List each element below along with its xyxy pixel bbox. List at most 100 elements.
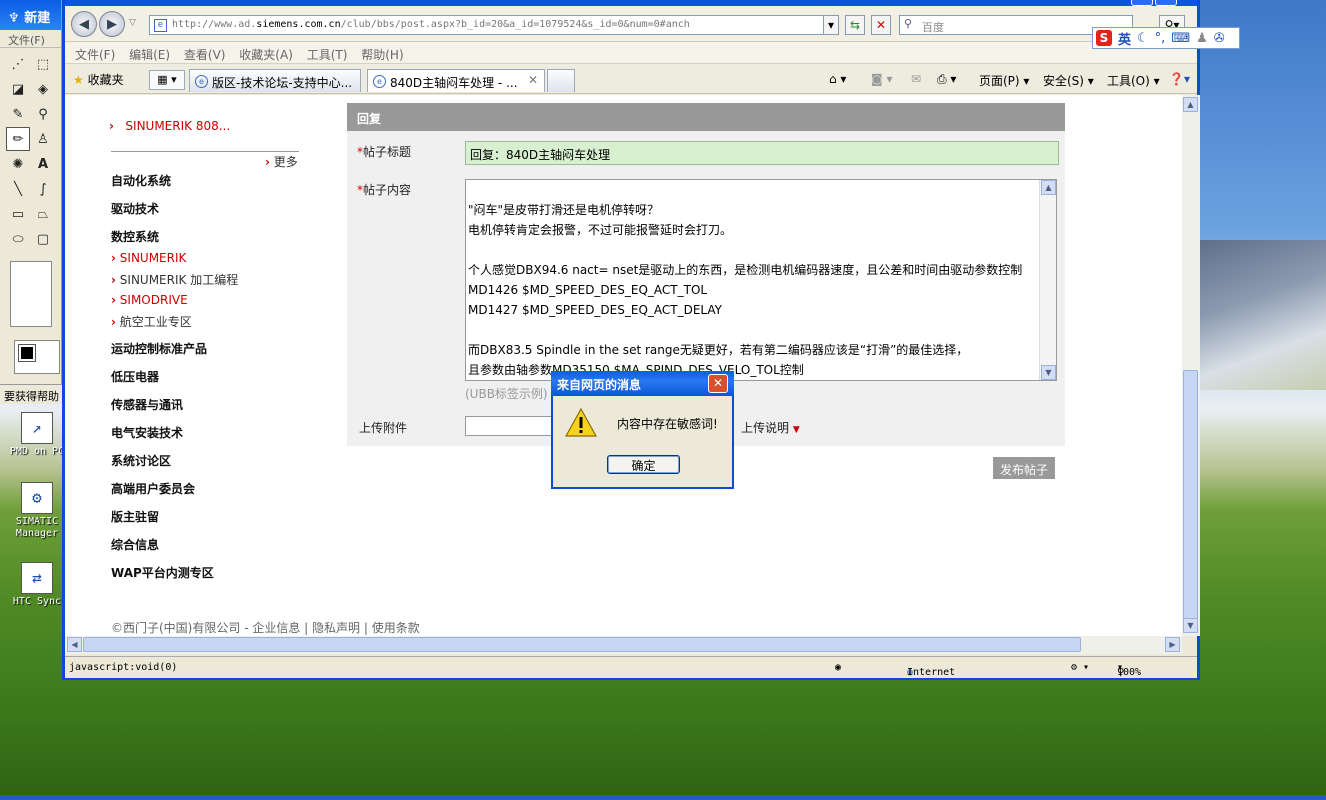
footer-link-terms[interactable]: 使用条款 bbox=[372, 621, 420, 635]
sidebar-cat-general[interactable]: 综合信息 bbox=[111, 536, 159, 553]
tab-post-reply[interactable]: e 840D主轴闷车处理 - ... ✕ bbox=[367, 69, 545, 92]
wrench-icon[interactable]: ✇ bbox=[1214, 31, 1225, 46]
menu-tools[interactable]: 工具(T) bbox=[307, 46, 348, 63]
punctuation-icon[interactable]: °, bbox=[1155, 31, 1166, 46]
mail-button[interactable]: ✉ bbox=[911, 72, 921, 86]
keyboard-icon[interactable]: ⌨ bbox=[1171, 31, 1190, 46]
scroll-up-icon[interactable]: ▲ bbox=[1183, 97, 1198, 112]
ime-toolbar[interactable]: S 英 ☾ °, ⌨ ♟ ✇ bbox=[1092, 27, 1240, 49]
sidebar-cat-drives[interactable]: 驱动技术 bbox=[111, 200, 159, 217]
dialog-close-button[interactable]: ✕ bbox=[708, 374, 728, 393]
scroll-down-icon[interactable]: ▼ bbox=[1041, 365, 1056, 380]
sidebar-cat-electrical[interactable]: 电气安装技术 bbox=[111, 424, 183, 441]
menu-view[interactable]: 查看(V) bbox=[184, 46, 226, 63]
fill-icon[interactable]: ◈ bbox=[31, 77, 55, 101]
desktop-icon-simatic[interactable]: ⚙ SIMATIC Manager bbox=[8, 482, 66, 540]
text-tool-icon[interactable]: A bbox=[31, 152, 55, 176]
rect-select-icon[interactable]: ⬚ bbox=[31, 52, 55, 76]
sidebar-item-sinumerik-programming[interactable]: › SINUMERIK 加工编程 bbox=[111, 271, 238, 288]
scroll-down-icon[interactable]: ▼ bbox=[1183, 618, 1198, 633]
upload-file-input[interactable] bbox=[465, 416, 561, 436]
page-menu[interactable]: 页面(P) ▾ bbox=[979, 72, 1029, 89]
quick-tabs-button[interactable]: ▦ ▾ bbox=[149, 70, 185, 90]
ellipse-icon[interactable]: ⬭ bbox=[6, 227, 30, 251]
sidebar-cat-cnc[interactable]: 数控系统 bbox=[111, 228, 159, 245]
page-vertical-scrollbar[interactable]: ▲ ▼ bbox=[1182, 95, 1200, 636]
menu-edit[interactable]: 编辑(E) bbox=[129, 46, 170, 63]
sidebar-item-sinumerik[interactable]: › SINUMERIK bbox=[111, 251, 186, 265]
home-button[interactable]: ⌂ ▾ bbox=[829, 72, 846, 86]
color-picker-icon[interactable]: ✎ bbox=[6, 102, 30, 126]
pencil-icon[interactable]: ✏ bbox=[6, 127, 30, 151]
menu-file[interactable]: 文件(F) bbox=[75, 46, 115, 63]
footer-link-company[interactable]: 企业信息 bbox=[252, 621, 300, 635]
tools-menu[interactable]: 工具(O) ▾ bbox=[1107, 72, 1160, 89]
sidebar-cat-motion[interactable]: 运动控制标准产品 bbox=[111, 340, 207, 357]
free-select-icon[interactable]: ⋰ bbox=[6, 52, 30, 76]
sidebar-item-simodrive[interactable]: › SIMODRIVE bbox=[111, 293, 188, 307]
safety-menu[interactable]: 安全(S) ▾ bbox=[1043, 72, 1094, 89]
page-horizontal-scrollbar[interactable]: ◀ ▶ bbox=[65, 636, 1182, 654]
protected-mode-icon[interactable]: ⚙ ▾ bbox=[1071, 662, 1089, 673]
scroll-up-icon[interactable]: ▲ bbox=[1041, 180, 1056, 195]
textarea-scrollbar[interactable]: ▲ ▼ bbox=[1039, 180, 1056, 380]
polygon-icon[interactable]: ⏢ bbox=[31, 202, 55, 226]
scroll-left-icon[interactable]: ◀ bbox=[67, 637, 82, 652]
horizontal-scroll-thumb[interactable] bbox=[83, 637, 1081, 652]
post-title-input[interactable]: 回复：840D主轴闷车处理 bbox=[465, 141, 1059, 165]
sidebar-cat-moderators[interactable]: 版主驻留 bbox=[111, 508, 159, 525]
brush-icon[interactable]: ♙ bbox=[31, 127, 55, 151]
scroll-right-icon[interactable]: ▶ bbox=[1165, 637, 1180, 652]
zoom-level[interactable]: ⚲ 100% ▾ bbox=[1117, 662, 1141, 678]
paint-menu-file[interactable]: 文件(F) bbox=[0, 30, 61, 48]
forward-button[interactable]: ▶ bbox=[99, 11, 125, 37]
favorites-button[interactable]: ★ 收藏夹 bbox=[73, 71, 124, 88]
upload-note-link[interactable]: 上传说明 ▼ bbox=[741, 419, 800, 436]
address-input[interactable]: e http://www.ad.siemens.com.cn/club/bbs/… bbox=[149, 15, 839, 35]
publish-post-button[interactable]: 发布帖子 bbox=[993, 457, 1055, 479]
sidebar-cat-automation[interactable]: 自动化系统 bbox=[111, 172, 171, 189]
airbrush-icon[interactable]: ✺ bbox=[6, 152, 30, 176]
stop-button[interactable]: ✕ bbox=[871, 15, 891, 35]
post-content-textarea[interactable]: "闷车"是皮带打滑还是电机停转呀？ 电机停转肯定会报警，不过可能报警延时会打刀。… bbox=[465, 179, 1057, 381]
refresh-button[interactable]: ⇆ bbox=[845, 15, 865, 35]
help-button[interactable]: ❓▾ bbox=[1169, 72, 1190, 86]
close-tab-icon[interactable]: ✕ bbox=[528, 73, 538, 87]
mail-icon: ✉ bbox=[911, 72, 922, 86]
desktop-icon-pmd[interactable]: ↗ PMD on PC bbox=[8, 412, 66, 458]
menu-help[interactable]: 帮助(H) bbox=[361, 46, 403, 63]
ubb-example-link[interactable]: (UBB标签示例) bbox=[465, 385, 548, 402]
ime-mode-toggle[interactable]: 英 bbox=[1118, 29, 1131, 48]
rounded-rect-icon[interactable]: ▢ bbox=[31, 227, 55, 251]
sidebar-more-link[interactable]: › 更多 bbox=[265, 153, 298, 170]
ok-button[interactable]: 确定 bbox=[607, 455, 680, 474]
menu-favorites[interactable]: 收藏夹(A) bbox=[239, 46, 293, 63]
sidebar-cat-low-voltage[interactable]: 低压电器 bbox=[111, 368, 159, 385]
new-tab-button[interactable] bbox=[547, 69, 575, 92]
paint-color-swatch[interactable] bbox=[14, 340, 60, 374]
back-button[interactable]: ◀ bbox=[71, 11, 97, 37]
user-icon[interactable]: ♟ bbox=[1196, 31, 1208, 46]
magnifier-icon[interactable]: ⚲ bbox=[31, 102, 55, 126]
history-dropdown-icon[interactable]: ▽ bbox=[129, 18, 136, 28]
print-button[interactable]: ⎙ ▾ bbox=[937, 72, 956, 87]
tab-forum-board[interactable]: e 版区-技术论坛-支持中心... bbox=[189, 69, 361, 92]
footer-link-privacy[interactable]: 隐私声明 bbox=[312, 621, 360, 635]
curve-icon[interactable]: ∫ bbox=[31, 177, 55, 201]
sidebar-cat-wap[interactable]: WAP平台内测专区 bbox=[111, 564, 214, 581]
address-dropdown-icon[interactable]: ▾ bbox=[823, 15, 839, 35]
sidebar-cat-high-end[interactable]: 高端用户委员会 bbox=[111, 480, 195, 497]
line-icon[interactable]: ╲ bbox=[6, 177, 30, 201]
privacy-icon[interactable]: ◉ bbox=[835, 662, 841, 673]
rectangle-icon[interactable]: ▭ bbox=[6, 202, 30, 226]
sidebar-cat-sensors[interactable]: 传感器与通讯 bbox=[111, 396, 183, 413]
tool-options-box[interactable] bbox=[10, 261, 52, 327]
sidebar-cat-system[interactable]: 系统讨论区 bbox=[111, 452, 171, 469]
eraser-icon[interactable]: ◪ bbox=[6, 77, 30, 101]
sidebar-item-aviation[interactable]: › 航空工业专区 bbox=[111, 313, 192, 330]
vertical-scroll-thumb[interactable] bbox=[1183, 370, 1198, 620]
feeds-button[interactable]: ◙ ▾ bbox=[871, 72, 892, 86]
desktop-icon-htc[interactable]: ⇄ HTC Sync bbox=[8, 562, 66, 608]
sidebar-item-sinumerik-808[interactable]: › SINUMERIK 808... bbox=[109, 119, 230, 133]
moon-icon[interactable]: ☾ bbox=[1137, 31, 1149, 46]
